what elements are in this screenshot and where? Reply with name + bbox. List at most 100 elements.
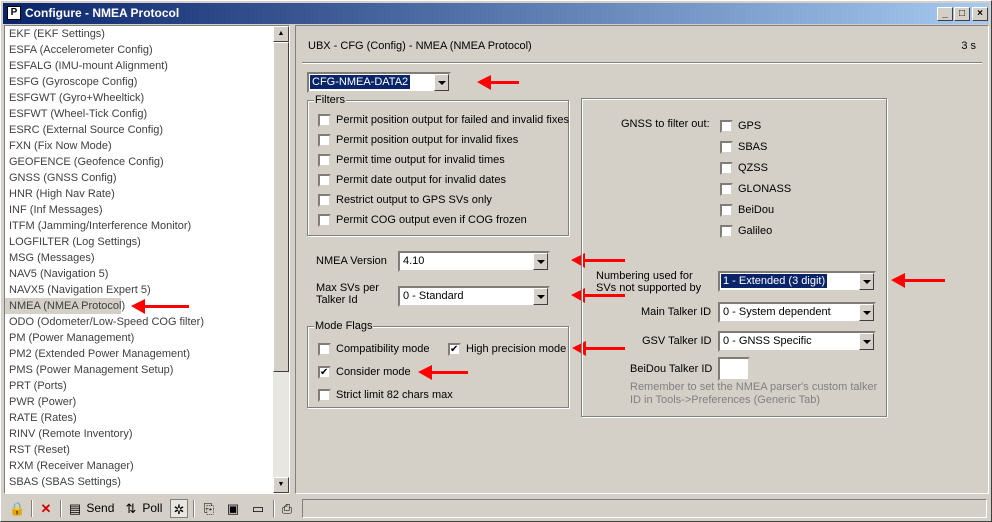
list-item[interactable]: HNR (High Nav Rate) — [5, 186, 275, 202]
poll-button[interactable]: ⇅ Poll — [123, 499, 163, 518]
filter-checkbox-label: Permit time output for invalid times — [336, 154, 505, 166]
send-button[interactable]: ▤ Send — [67, 499, 115, 518]
max-svs-dropdown-button[interactable] — [533, 288, 548, 305]
list-item[interactable]: ESFALG (IMU-mount Alignment) — [5, 58, 275, 74]
filter-checkbox-box[interactable] — [318, 194, 331, 207]
list-item[interactable]: ESFGWT (Gyro+Wheeltick) — [5, 90, 275, 106]
main-talker-value: 0 - System dependent — [723, 306, 831, 318]
maximize-button[interactable]: □ — [954, 7, 970, 21]
gsv-talker-dropdown-button[interactable] — [859, 333, 874, 350]
list-item[interactable]: GEOFENCE (Geofence Config) — [5, 154, 275, 170]
config-message-list[interactable]: EKF (EKF Settings) ESFA (Accelerometer Co… — [4, 25, 290, 494]
list-item[interactable]: NAV5 (Navigation 5) — [5, 266, 275, 282]
gnss-checkbox-box[interactable] — [720, 225, 733, 238]
bottom-toolbar: 🔒 ✕ ▤ Send ⇅ Poll ✲ ⎘ ▣ ▭ ⎙ — [3, 497, 989, 520]
list-item[interactable]: ITFM (Jamming/Interference Monitor) — [5, 218, 275, 234]
gnss-checkbox-box[interactable] — [720, 120, 733, 133]
list-item[interactable]: SBAS (SBAS Settings) — [5, 474, 275, 490]
title-bar[interactable]: P Configure - NMEA Protocol _ □ × — [3, 3, 989, 24]
list-item[interactable]: NMEA (NMEA Protocol) — [5, 298, 125, 314]
gnss-checkbox-box[interactable] — [720, 183, 733, 196]
talker-note-line1: Remember to set the NMEA parser's custom… — [630, 381, 878, 393]
scroll-down-button[interactable]: ▼ — [273, 477, 289, 493]
print-button[interactable]: ⎙ — [279, 499, 295, 518]
poll-label: Poll — [142, 501, 163, 515]
main-talker-select[interactable]: 0 - System dependent — [718, 302, 876, 323]
list-item[interactable]: RST (Reset) — [5, 442, 275, 458]
main-talker-label: Main Talker ID — [641, 306, 712, 318]
filter-checkbox-box[interactable] — [318, 214, 331, 227]
gsv-talker-label: GSV Talker ID — [642, 335, 712, 347]
list-item[interactable]: INF (Inf Messages) — [5, 202, 275, 218]
max-svs-select[interactable]: 0 - Standard — [398, 286, 550, 307]
gnss-checkbox-label: GPS — [738, 120, 762, 132]
annotation-arrow — [891, 273, 945, 288]
nmea-version-dropdown-button[interactable] — [533, 253, 548, 270]
auto-poll-button[interactable]: ✲ — [170, 499, 188, 518]
gnss-checkbox-box[interactable] — [720, 141, 733, 154]
list-item[interactable]: LOGFILTER (Log Settings) — [5, 234, 275, 250]
copy-icon: ⎘ — [203, 500, 215, 516]
filter-checkbox-box[interactable] — [318, 114, 331, 127]
high-precision-mode-box[interactable] — [448, 343, 461, 356]
filter-checkbox-box[interactable] — [318, 154, 331, 167]
filter-checkbox-box[interactable] — [318, 174, 331, 187]
close-button[interactable]: × — [972, 7, 988, 21]
list-item[interactable]: PRT (Ports) — [5, 378, 275, 394]
list-item[interactable]: ESRC (External Source Config) — [5, 122, 275, 138]
scroll-thumb[interactable] — [273, 42, 289, 372]
filter-checkbox-box[interactable] — [318, 134, 331, 147]
list-item[interactable]: FXN (Fix Now Mode) — [5, 138, 275, 154]
minimize-button[interactable]: _ — [937, 7, 953, 21]
scroll-up-button[interactable]: ▲ — [273, 26, 289, 42]
delete-button[interactable]: ✕ — [38, 499, 54, 518]
gsv-talker-value: 0 - GNSS Specific — [723, 335, 812, 347]
lock-button[interactable]: 🔒 — [9, 499, 25, 518]
numbering-select[interactable]: 1 - Extended (3 digit) — [718, 271, 876, 292]
copy-button[interactable]: ⎘ — [201, 499, 217, 518]
list-item[interactable]: MSG (Messages) — [5, 250, 275, 266]
consider-mode-box[interactable] — [318, 366, 331, 379]
gnss-checkbox-label: Galileo — [738, 225, 773, 237]
save-button[interactable]: ▣ — [225, 499, 241, 518]
poll-icon: ⇅ — [125, 500, 137, 516]
list-item[interactable]: ESFG (Gyroscope Config) — [5, 74, 275, 90]
list-item[interactable]: PMS (Power Management Setup) — [5, 362, 275, 378]
gnss-checkbox-box[interactable] — [720, 204, 733, 217]
list-item[interactable]: RXM (Receiver Manager) — [5, 458, 275, 474]
mode-flags-group: Mode Flags Compatibility mode High preci… — [307, 320, 569, 408]
numbering-dropdown-button[interactable] — [859, 273, 874, 290]
gnss-checkbox-box[interactable] — [720, 162, 733, 175]
filter-checkbox-label: Restrict output to GPS SVs only — [336, 194, 492, 206]
list-scrollbar[interactable]: ▲ ▼ — [273, 26, 289, 493]
strict-limit-box[interactable] — [318, 389, 331, 402]
gnss-checkbox-label: SBAS — [738, 141, 768, 153]
list-item[interactable]: PM2 (Extended Power Management) — [5, 346, 275, 362]
compatibility-mode-box[interactable] — [318, 343, 331, 356]
main-talker-dropdown-button[interactable] — [859, 304, 874, 321]
talker-note-line2: ID in Tools->Preferences (Generic Tab) — [630, 394, 821, 406]
annotation-arrow — [131, 299, 189, 314]
gnss-filter-label: GNSS to filter out: — [621, 118, 710, 130]
list-item[interactable]: EKF (EKF Settings) — [5, 26, 275, 42]
list-item[interactable]: ESFWT (Wheel-Tick Config) — [5, 106, 275, 122]
list-item[interactable]: RATE (Rates) — [5, 410, 275, 426]
numbering-label-line2: SVs not supported by — [596, 282, 702, 294]
message-select[interactable]: CFG-NMEA-DATA2 — [307, 72, 451, 93]
nmea-version-select[interactable]: 4.10 — [398, 251, 550, 272]
list-item[interactable]: PM (Power Management) — [5, 330, 275, 346]
list-item[interactable]: ODO (Odometer/Low-Speed COG filter) — [5, 314, 275, 330]
list-item[interactable]: PWR (Power) — [5, 394, 275, 410]
gsv-talker-select[interactable]: 0 - GNSS Specific — [718, 331, 876, 352]
strict-limit-label: Strict limit 82 chars max — [336, 389, 453, 401]
message-select-dropdown-button[interactable] — [434, 74, 449, 91]
filter-checkbox-label: Permit COG output even if COG frozen — [336, 214, 527, 226]
document-button[interactable]: ▭ — [250, 499, 266, 518]
list-item[interactable]: GNSS (GNSS Config) — [5, 170, 275, 186]
list-item[interactable]: RINV (Remote Inventory) — [5, 426, 275, 442]
list-item[interactable]: ESFA (Accelerometer Config) — [5, 42, 275, 58]
send-label: Send — [86, 501, 115, 515]
config-panel: UBX - CFG (Config) - NMEA (NMEA Protocol… — [295, 25, 989, 494]
list-item[interactable]: NAVX5 (Navigation Expert 5) — [5, 282, 275, 298]
beidou-talker-input[interactable] — [718, 357, 750, 381]
